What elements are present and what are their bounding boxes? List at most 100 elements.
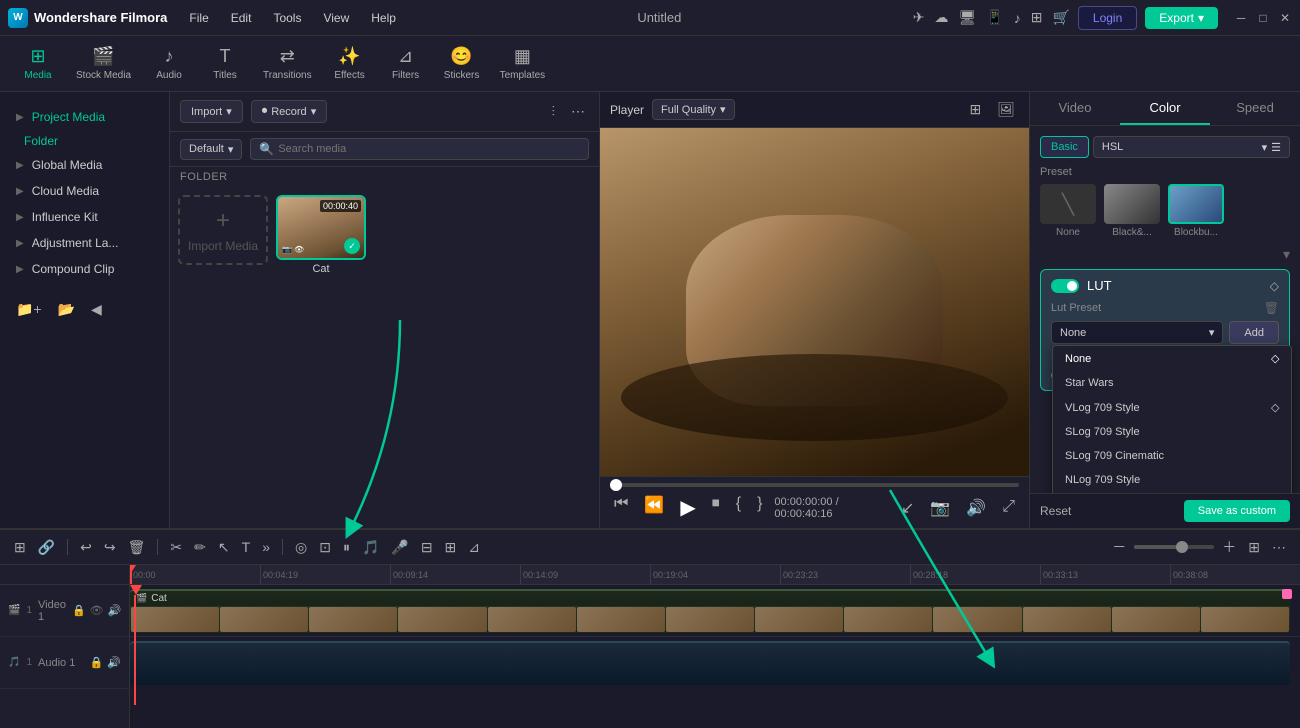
sort-select[interactable]: Default ▾ (180, 139, 242, 160)
basic-mode-button[interactable]: Basic (1040, 136, 1089, 158)
frame-back-icon[interactable]: ⏪ (640, 493, 668, 522)
more-options-icon[interactable]: ⋯ (567, 100, 589, 123)
add-smart-bin-icon[interactable]: 📂 (54, 298, 79, 321)
dropdown-star-wars[interactable]: Star Wars (1053, 371, 1291, 395)
video-clip[interactable]: 🎬 Cat (130, 589, 1290, 633)
tab-speed[interactable]: Speed (1210, 92, 1300, 125)
lut-dropdown[interactable]: None ▾ None ◇ Star Wars (1051, 321, 1223, 344)
tab-color[interactable]: Color (1120, 92, 1210, 125)
menu-tools[interactable]: Tools (263, 7, 311, 29)
text-icon[interactable]: T (238, 536, 255, 558)
cursor-icon[interactable]: ↖ (214, 536, 234, 559)
search-input[interactable] (278, 143, 580, 155)
dropdown-nlog-709-inematic[interactable]: NLog 709...inematic (1053, 492, 1291, 493)
ripple-edit-icon[interactable]: ⊡ (315, 536, 335, 559)
keyframe-diamond-icon[interactable]: ◇ (1270, 279, 1279, 293)
tab-video[interactable]: Video (1030, 92, 1120, 125)
add-lut-button[interactable]: Add (1229, 321, 1279, 344)
close-button[interactable]: ✕ (1278, 11, 1292, 25)
import-media-placeholder[interactable]: + Import Media (178, 195, 268, 265)
lock-icon[interactable]: 🔒 (72, 604, 86, 617)
login-button[interactable]: Login (1078, 6, 1137, 30)
image-icon[interactable]: 🖼 (993, 98, 1019, 121)
tool-transitions[interactable]: ⇄ Transitions (255, 42, 320, 85)
undo-icon[interactable]: ↩ (76, 536, 96, 559)
audio-track-icon[interactable]: 🎵 (358, 536, 383, 559)
hsl-select[interactable]: HSL ▾ ☰ (1093, 136, 1290, 158)
dropdown-nlog-709[interactable]: NLog 709 Style (1053, 468, 1291, 492)
add-to-timeline-icon[interactable]: ↙ (897, 496, 918, 520)
reset-button[interactable]: Reset (1040, 504, 1071, 518)
maximize-button[interactable]: □ (1256, 11, 1270, 25)
audio-mute-icon[interactable]: 🔊 (107, 656, 121, 669)
menu-view[interactable]: View (313, 7, 359, 29)
save-custom-button[interactable]: Save as custom (1184, 500, 1290, 522)
sidebar-item-adjustment-layer[interactable]: ▶ Adjustment La... (4, 230, 165, 256)
snapshot-icon[interactable]: 📷 (926, 496, 954, 520)
search-box[interactable]: 🔍 (250, 138, 589, 160)
tool-templates[interactable]: ▦ Templates (492, 42, 554, 85)
audio-lock-icon[interactable]: 🔒 (90, 656, 104, 669)
audio-clip[interactable] (130, 641, 1290, 685)
preset-blockbuster[interactable]: Blockbu... (1168, 184, 1224, 238)
lut-toggle[interactable] (1051, 279, 1079, 293)
grid-view-icon[interactable]: ⊞ (965, 98, 985, 121)
dropdown-slog-709-cinematic[interactable]: SLog 709 Cinematic (1053, 444, 1291, 468)
volume-icon[interactable]: 🔊 (962, 496, 990, 520)
add-folder-icon[interactable]: 📁+ (12, 298, 46, 321)
cut-icon[interactable]: ✂ (166, 536, 186, 559)
monitor-icon[interactable]: 🖥 (959, 9, 977, 26)
apps-icon[interactable]: ⊞ (1031, 9, 1043, 26)
captions-icon[interactable]: ⊟ (417, 536, 437, 559)
link-icon[interactable]: 🔗 (34, 536, 59, 559)
import-button[interactable]: Import ▾ (180, 100, 243, 123)
cart-icon[interactable]: 🛒 (1052, 9, 1069, 26)
menu-file[interactable]: File (179, 7, 218, 29)
delete-icon-tl[interactable]: 🗑 (124, 536, 150, 559)
markers-icon[interactable]: ⊞ (441, 536, 461, 559)
tool-filters[interactable]: ⊿ Filters (380, 42, 432, 85)
redo-icon[interactable]: ↪ (100, 536, 120, 559)
menu-help[interactable]: Help (361, 7, 406, 29)
tool-stock-media[interactable]: 🎬 Stock Media (68, 42, 139, 85)
scrub-thumb[interactable] (610, 479, 622, 491)
freeze-frame-icon[interactable]: ⏸ (339, 536, 354, 559)
sidebar-item-compound-clip[interactable]: ▶ Compound Clip (4, 256, 165, 282)
dropdown-slog-709[interactable]: SLog 709 Style (1053, 420, 1291, 444)
tool-effects[interactable]: ✨ Effects (324, 42, 376, 85)
music-icon[interactable]: ♪ (1014, 10, 1021, 26)
preset-bw[interactable]: Black&... (1104, 184, 1160, 238)
more-tools-icon[interactable]: » (258, 536, 274, 558)
mark-out-icon[interactable]: } (753, 493, 766, 522)
snap-icon[interactable]: ⊞ (10, 536, 30, 559)
tool-audio[interactable]: ♪ Audio (143, 42, 195, 85)
quality-select[interactable]: Full Quality ▾ (652, 99, 735, 120)
track-select-icon[interactable]: ◎ (291, 536, 311, 559)
layout-icon[interactable]: ⊞ (1244, 536, 1264, 559)
zoom-out-icon[interactable]: － (1108, 534, 1130, 560)
skip-back-icon[interactable]: ⏮ (610, 493, 632, 522)
fullscreen-icon[interactable]: ⤢ (998, 496, 1019, 520)
hide-icon[interactable]: 👁 (90, 604, 104, 617)
speed-icon[interactable]: ⊿ (464, 536, 484, 559)
scrub-track[interactable] (610, 483, 1019, 487)
zoom-in-icon[interactable]: ＋ (1218, 534, 1240, 560)
minimize-button[interactable]: ─ (1234, 11, 1248, 25)
mark-in-icon[interactable]: { (732, 493, 745, 522)
stop-icon[interactable]: ⏹ (708, 493, 724, 522)
sidebar-item-influence-kit[interactable]: ▶ Influence Kit (4, 204, 165, 230)
sidebar-item-project-media[interactable]: ▶ Project Media (4, 104, 165, 130)
mute-icon[interactable]: 🔊 (108, 604, 122, 617)
mic-icon[interactable]: 🎤 (387, 536, 412, 559)
zoom-thumb[interactable] (1176, 541, 1188, 553)
export-button[interactable]: Export ▾ (1145, 7, 1218, 29)
more-tl-icon[interactable]: ⋯ (1268, 536, 1290, 559)
filter-icon[interactable]: ⫶ (548, 100, 560, 123)
phone-icon[interactable]: 📱 (986, 9, 1003, 26)
record-button[interactable]: ⏺ Record ▾ (251, 100, 328, 123)
zoom-track[interactable] (1134, 545, 1214, 549)
tool-titles[interactable]: T Titles (199, 42, 251, 85)
play-button[interactable]: ▶ (676, 493, 699, 522)
send-icon[interactable]: ✈ (913, 9, 925, 26)
preset-none[interactable]: ╲ None (1040, 184, 1096, 238)
